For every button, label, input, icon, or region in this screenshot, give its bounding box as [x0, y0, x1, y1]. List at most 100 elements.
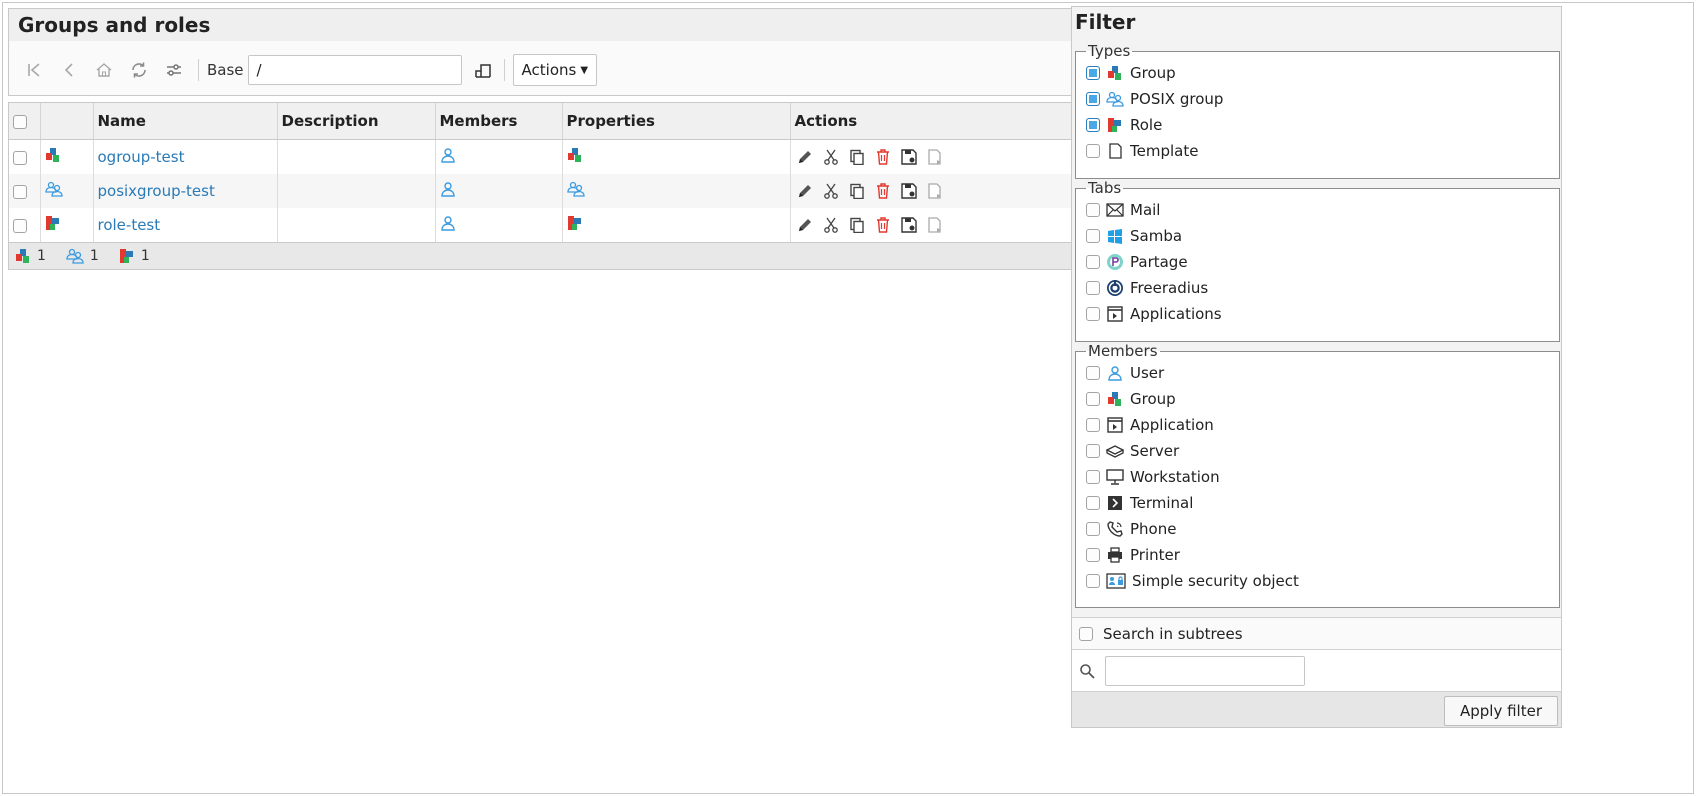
row-name-link[interactable]: role-test: [98, 216, 161, 234]
filter-type-group[interactable]: Group: [1076, 60, 1559, 86]
cut-icon[interactable]: [821, 147, 841, 167]
workstation-icon: [1106, 468, 1124, 486]
settings-sliders-icon[interactable]: [161, 57, 187, 83]
terminal-checkbox[interactable]: [1086, 496, 1100, 510]
save-icon[interactable]: [899, 181, 919, 201]
properties-column-header[interactable]: Properties: [562, 103, 791, 140]
template-icon[interactable]: [925, 215, 945, 235]
member-group-checkbox[interactable]: [1086, 392, 1100, 406]
groups-header-box: Groups and roles Base / Actions ▼: [8, 8, 1154, 96]
copy-icon[interactable]: [847, 215, 867, 235]
delete-icon[interactable]: [873, 147, 893, 167]
filter-member-phone[interactable]: Phone: [1076, 516, 1559, 542]
actions-dropdown[interactable]: Actions ▼: [512, 54, 598, 86]
row-checkbox[interactable]: [13, 150, 27, 165]
role-property-icon[interactable]: [567, 215, 583, 235]
user-icon[interactable]: [440, 215, 456, 235]
filter-member-terminal[interactable]: Terminal: [1076, 490, 1559, 516]
home-icon[interactable]: [91, 57, 117, 83]
copy-icon[interactable]: [847, 147, 867, 167]
back-icon[interactable]: [56, 57, 82, 83]
table-row[interactable]: ogroup-test: [9, 139, 1153, 174]
filter-member-simple-security-object[interactable]: Simple security object: [1076, 568, 1559, 594]
workstation-label: Workstation: [1130, 468, 1220, 486]
row-name-link[interactable]: posixgroup-test: [98, 182, 215, 200]
filter-member-application[interactable]: Application: [1076, 412, 1559, 438]
filter-tab-applications[interactable]: Applications: [1076, 301, 1559, 327]
cut-icon[interactable]: [821, 215, 841, 235]
table-row[interactable]: role-test: [9, 208, 1153, 242]
filter-panel: Filter Types Group POSIX group Role Temp…: [1071, 6, 1562, 728]
refresh-icon[interactable]: [126, 57, 152, 83]
search-in-subtrees-row[interactable]: Search in subtrees: [1072, 617, 1561, 649]
filter-tab-mail[interactable]: Mail: [1076, 197, 1559, 223]
table-row[interactable]: posixgroup-test: [9, 174, 1153, 208]
edit-icon[interactable]: [795, 181, 815, 201]
group-property-icon[interactable]: [567, 147, 583, 167]
select-all-checkbox[interactable]: [13, 114, 27, 129]
filter-member-workstation[interactable]: Workstation: [1076, 464, 1559, 490]
filter-type-posix-group[interactable]: POSIX group: [1076, 86, 1559, 112]
filter-member-user[interactable]: User: [1076, 360, 1559, 386]
row-name-link[interactable]: ogroup-test: [98, 148, 185, 166]
select-all-cell: [9, 103, 41, 140]
user-icon[interactable]: [440, 181, 456, 201]
filter-member-server[interactable]: Server: [1076, 438, 1559, 464]
filter-type-template[interactable]: Template: [1076, 138, 1559, 164]
save-icon[interactable]: [899, 215, 919, 235]
search-in-subtrees-checkbox[interactable]: [1079, 626, 1093, 641]
row-members-cell: [435, 174, 563, 208]
first-page-icon[interactable]: [21, 57, 47, 83]
freeradius-checkbox[interactable]: [1086, 281, 1100, 295]
filter-member-printer[interactable]: Printer: [1076, 542, 1559, 568]
partage-checkbox[interactable]: [1086, 255, 1100, 269]
base-tree-icon[interactable]: [472, 59, 494, 81]
cut-icon[interactable]: [821, 181, 841, 201]
filter-search-input[interactable]: [1105, 655, 1305, 686]
simple-security-object-checkbox[interactable]: [1086, 574, 1100, 588]
simple-security-object-label: Simple security object: [1132, 572, 1299, 590]
template-icon[interactable]: [925, 147, 945, 167]
mail-checkbox[interactable]: [1086, 203, 1100, 217]
role-type-checkbox[interactable]: [1086, 118, 1100, 132]
filter-type-role[interactable]: Role: [1076, 112, 1559, 138]
edit-icon[interactable]: [795, 215, 815, 235]
edit-icon[interactable]: [795, 147, 815, 167]
row-checkbox[interactable]: [13, 184, 27, 199]
group-type-label: Group: [1130, 64, 1176, 82]
members-column-header[interactable]: Members: [435, 103, 563, 140]
group-type-checkbox[interactable]: [1086, 66, 1100, 80]
search-in-subtrees-label: Search in subtrees: [1103, 624, 1243, 643]
base-input[interactable]: /: [247, 55, 462, 85]
template-type-checkbox[interactable]: [1086, 144, 1100, 158]
row-type-cell: [40, 174, 94, 208]
posix-group-type-checkbox[interactable]: [1086, 92, 1100, 106]
delete-icon[interactable]: [873, 181, 893, 201]
applications-checkbox[interactable]: [1086, 307, 1100, 321]
phone-checkbox[interactable]: [1086, 522, 1100, 536]
template-icon[interactable]: [925, 181, 945, 201]
save-icon[interactable]: [899, 147, 919, 167]
base-label: Base: [207, 61, 244, 79]
row-checkbox[interactable]: [13, 218, 27, 233]
workstation-checkbox[interactable]: [1086, 470, 1100, 484]
description-column-header[interactable]: Description: [277, 103, 436, 140]
filter-tab-samba[interactable]: Samba: [1076, 223, 1559, 249]
filter-tab-partage[interactable]: Partage: [1076, 249, 1559, 275]
filter-tab-freeradius[interactable]: Freeradius: [1076, 275, 1559, 301]
name-column-header[interactable]: Name: [93, 103, 278, 140]
member-application-checkbox[interactable]: [1086, 418, 1100, 432]
user-checkbox[interactable]: [1086, 366, 1100, 380]
samba-label: Samba: [1130, 227, 1183, 245]
server-checkbox[interactable]: [1086, 444, 1100, 458]
row-properties-cell: [562, 174, 791, 208]
delete-icon[interactable]: [873, 215, 893, 235]
printer-checkbox[interactable]: [1086, 548, 1100, 562]
copy-icon[interactable]: [847, 181, 867, 201]
filter-member-group[interactable]: Group: [1076, 386, 1559, 412]
apply-filter-button[interactable]: Apply filter: [1443, 696, 1558, 726]
samba-checkbox[interactable]: [1086, 229, 1100, 243]
posix-group-property-icon[interactable]: [566, 181, 585, 201]
posix-group-type-icon: [44, 181, 63, 201]
user-icon[interactable]: [440, 147, 456, 167]
